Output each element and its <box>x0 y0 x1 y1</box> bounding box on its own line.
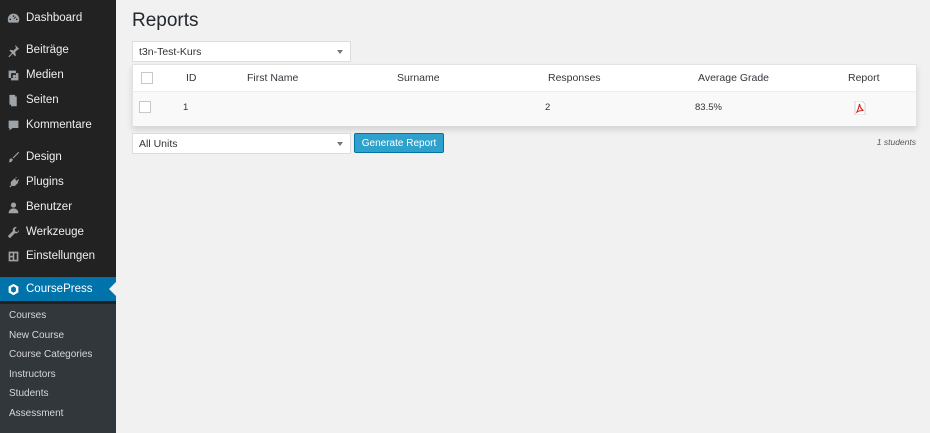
sidebar-item-label: Kommentare <box>26 119 92 131</box>
sidebar-item-label: CoursePress <box>26 283 93 295</box>
sidebar-item-label: Seiten <box>26 94 59 106</box>
sidebar-item-label: Werkzeuge <box>26 226 84 238</box>
table-row <box>133 92 916 126</box>
column-header-id: ID <box>186 72 197 84</box>
sidebar-item-dashboard[interactable]: Dashboard <box>0 6 116 30</box>
submenu-item-students[interactable]: Students <box>9 388 48 399</box>
comment-icon <box>7 119 20 132</box>
sidebar-item-label: Plugins <box>26 176 64 188</box>
admin-sidebar: Dashboard Beiträge Medien Seiten Komment… <box>0 0 116 433</box>
submenu-item-instructors[interactable]: Instructors <box>9 369 56 380</box>
sidebar-item-werkzeuge[interactable]: Werkzeuge <box>0 220 116 244</box>
user-icon <box>7 201 20 214</box>
sidebar-item-beitraege[interactable]: Beiträge <box>0 38 116 62</box>
cell-average-grade: 83.5% <box>695 102 722 113</box>
sidebar-item-einstellungen[interactable]: Einstellungen <box>0 244 116 268</box>
reports-table: ID First Name Surname Responses Average … <box>132 64 917 126</box>
sidebar-item-label: Design <box>26 151 62 163</box>
sidebar-item-medien[interactable]: Medien <box>0 63 116 87</box>
coursepress-icon <box>7 283 20 296</box>
course-select-value: t3n-Test-Kurs <box>139 45 202 58</box>
cell-responses: 2 <box>545 102 551 113</box>
page-title: Reports <box>132 10 199 31</box>
wrench-icon <box>7 226 20 239</box>
sidebar-item-plugins[interactable]: Plugins <box>0 170 116 194</box>
coursepress-submenu: Courses New Course Course Categories Ins… <box>0 304 116 433</box>
sidebar-item-label: Beiträge <box>26 44 69 56</box>
sidebar-item-label: Benutzer <box>26 201 73 213</box>
cell-id: 1 <box>183 102 189 113</box>
sidebar-item-coursepress[interactable]: CoursePress <box>0 277 116 301</box>
units-select-value: All Units <box>139 137 178 150</box>
dashboard-icon <box>7 12 20 25</box>
column-header-surname: Surname <box>397 72 440 84</box>
sidebar-item-seiten[interactable]: Seiten <box>0 88 116 112</box>
select-all-checkbox[interactable] <box>141 72 153 84</box>
active-indicator <box>109 282 116 296</box>
chevron-down-icon <box>337 50 343 54</box>
submenu-item-courses[interactable]: Courses <box>9 310 46 321</box>
sidebar-item-label: Einstellungen <box>26 250 96 262</box>
sidebar-item-benutzer[interactable]: Benutzer <box>0 195 116 219</box>
generate-report-button[interactable]: Generate Report <box>354 133 444 153</box>
course-select[interactable]: t3n-Test-Kurs <box>132 41 351 62</box>
student-count: 1 students <box>876 137 916 147</box>
brush-icon <box>7 151 20 164</box>
pin-icon <box>7 44 20 57</box>
submenu-item-course-categories[interactable]: Course Categories <box>9 349 92 360</box>
units-select[interactable]: All Units <box>132 133 351 154</box>
column-header-average-grade: Average Grade <box>698 72 770 84</box>
plug-icon <box>7 176 20 189</box>
row-checkbox[interactable] <box>139 101 151 113</box>
pages-icon <box>7 94 20 107</box>
column-header-first-name: First Name <box>247 72 299 84</box>
media-icon <box>7 69 20 82</box>
sidebar-item-design[interactable]: Design <box>0 145 116 169</box>
submenu-item-new-course[interactable]: New Course <box>9 330 64 341</box>
pdf-icon[interactable] <box>854 100 866 116</box>
column-header-report: Report <box>848 72 880 84</box>
sidebar-item-kommentare[interactable]: Kommentare <box>0 113 116 137</box>
submenu-item-assessment[interactable]: Assessment <box>9 408 63 419</box>
column-header-responses: Responses <box>548 72 601 84</box>
sidebar-item-label: Dashboard <box>26 12 83 24</box>
settings-icon <box>7 250 20 263</box>
sidebar-item-label: Medien <box>26 69 64 81</box>
chevron-down-icon <box>337 142 343 146</box>
